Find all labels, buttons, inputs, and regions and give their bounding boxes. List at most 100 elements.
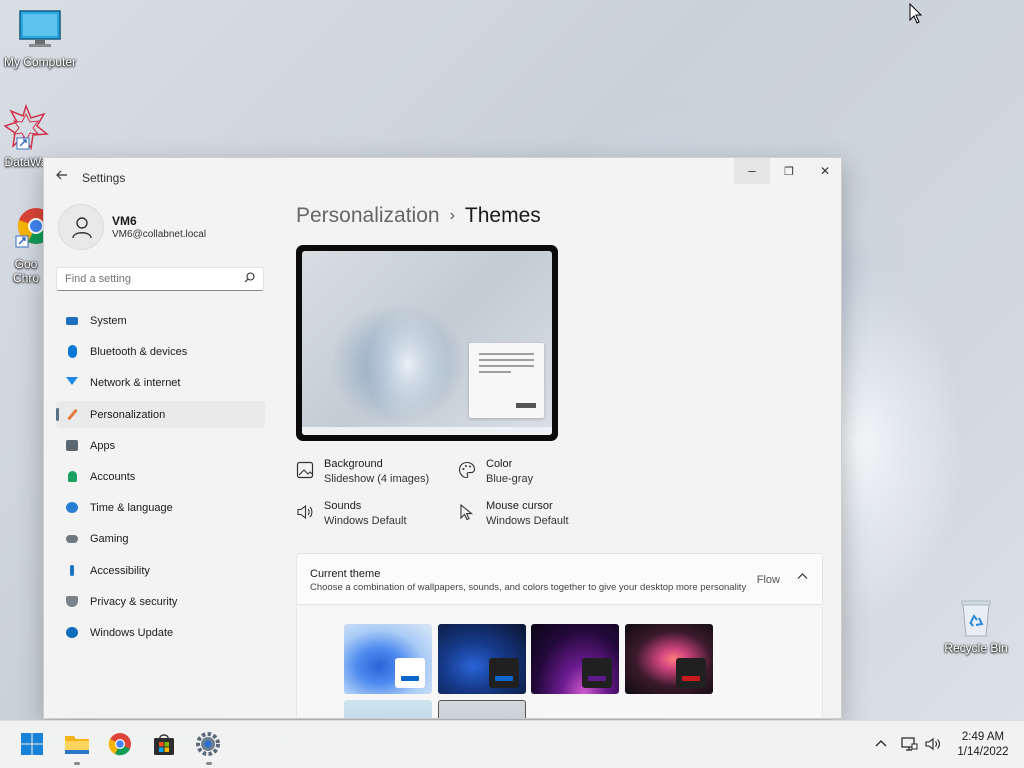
clock-time: 2:49 AM (961, 731, 1005, 743)
sidebar-item-privacy[interactable]: Privacy & security (56, 588, 265, 615)
chrome-icon (108, 733, 131, 756)
sidebar-item-label: System (90, 315, 127, 327)
color-setting[interactable]: Color Blue-gray (458, 458, 618, 490)
apps-icon (66, 439, 78, 451)
sidebar-item-accounts[interactable]: Accounts (56, 463, 265, 490)
sidebar-item-label: Time & language (90, 502, 173, 515)
person-icon (68, 470, 77, 482)
preview-line (479, 353, 534, 355)
sidebar-item-apps[interactable]: Apps (56, 432, 265, 459)
theme-gallery (296, 607, 823, 718)
user-email: VM6@collabnet.local (112, 229, 207, 240)
theme-tile-windows-light[interactable] (344, 624, 432, 694)
theme-tile-flow[interactable] (438, 700, 526, 718)
bluetooth-icon (68, 345, 77, 359)
shield-icon (66, 595, 78, 607)
desktop-icon-recycle-bin[interactable]: Recycle Bin (938, 598, 1014, 655)
sidebar-item-personalization[interactable]: Personalization (56, 400, 265, 428)
sidebar: VM6 VM6@collabnet.local System Bluetooth… (44, 196, 274, 718)
sounds-value: Windows Default (324, 515, 407, 527)
search-input[interactable] (65, 273, 235, 285)
recycle-bin-icon (961, 600, 991, 637)
theme-tile-windows-dark[interactable] (438, 624, 526, 694)
network-icon[interactable] (900, 736, 918, 752)
current-theme-header[interactable]: Current theme Choose a combination of wa… (296, 553, 823, 605)
wifi-icon (66, 377, 78, 386)
taskbar-clock[interactable]: 2:49 AM 1/14/2022 (950, 730, 1016, 760)
breadcrumb-parent[interactable]: Personalization (296, 204, 440, 227)
folder-icon (65, 736, 89, 754)
preview-taskbar (302, 427, 552, 435)
clock-date: 1/14/2022 (957, 746, 1009, 758)
sidebar-item-label: Gaming (90, 533, 129, 546)
chevron-up-icon[interactable] (873, 736, 889, 752)
sounds-setting[interactable]: Sounds Windows Default (296, 500, 456, 532)
desktop-icon-my-computer[interactable]: My Computer (0, 8, 80, 69)
sidebar-item-network[interactable]: Network & internet (56, 369, 265, 396)
close-button[interactable]: ✕ (807, 158, 841, 184)
theme-tile-sunrise[interactable] (344, 700, 432, 718)
palette-icon (458, 461, 476, 479)
title-bar[interactable]: Settings – ❐ ✕ (44, 158, 841, 196)
search-icon[interactable] (244, 272, 255, 286)
theme-accent (588, 676, 606, 681)
sidebar-item-accessibility[interactable]: Accessibility (56, 557, 265, 584)
page-title: Themes (464, 204, 541, 227)
volume-icon[interactable] (924, 736, 940, 752)
back-arrow-icon (56, 170, 67, 180)
mouse-pointer-icon (909, 3, 923, 24)
sidebar-item-system[interactable]: System (56, 307, 265, 334)
sidebar-item-label: Privacy & security (90, 595, 178, 608)
window-title: Settings (82, 171, 126, 185)
preview-button (516, 403, 536, 408)
microsoft-store-button[interactable] (151, 731, 179, 759)
search-box[interactable] (56, 267, 264, 291)
picture-icon (296, 461, 314, 479)
sidebar-item-windows-update[interactable]: Windows Update (56, 619, 265, 646)
store-icon (154, 734, 174, 755)
theme-tile-captured-motion[interactable] (625, 624, 713, 694)
background-label: Background (324, 458, 383, 470)
desktop-icon-label: My Computer (3, 55, 77, 69)
background-setting[interactable]: Background Slideshow (4 images) (296, 458, 456, 490)
back-button[interactable] (54, 168, 70, 184)
color-label: Color (486, 458, 513, 470)
preview-line (479, 365, 534, 367)
settings-window: Settings – ❐ ✕ VM6 VM6@collabnet.local F… (43, 157, 842, 719)
mouse-cursor-setting[interactable]: Mouse cursor Windows Default (458, 500, 618, 532)
sidebar-item-label: Accounts (90, 470, 136, 483)
settings-button[interactable] (195, 731, 223, 765)
maximize-button[interactable]: ❐ (771, 158, 807, 184)
sidebar-item-gaming[interactable]: Gaming (56, 525, 265, 552)
sidebar-item-label: Windows Update (90, 626, 174, 639)
current-theme-title: Current theme (310, 568, 381, 580)
desktop-icon-label: Goo Chro (12, 257, 39, 285)
theme-tile-glow[interactable] (531, 624, 619, 694)
sidebar-item-time-language[interactable]: Time & language (56, 494, 265, 521)
minimize-button[interactable]: – (734, 158, 770, 184)
theme-swatch (395, 658, 425, 688)
windows-logo-icon (21, 733, 43, 755)
theme-preview (296, 245, 558, 441)
sidebar-item-label: Bluetooth & devices (90, 346, 188, 359)
start-button[interactable] (19, 731, 47, 759)
sidebar-item-bluetooth[interactable]: Bluetooth & devices (56, 338, 265, 365)
current-theme-description: Choose a combination of wallpapers, soun… (310, 582, 747, 593)
nav-list: System Bluetooth & devices Network & int… (56, 307, 265, 650)
person-icon (72, 217, 92, 239)
preview-window (469, 343, 544, 418)
chevron-up-icon[interactable] (797, 571, 808, 583)
file-explorer-button[interactable] (63, 731, 91, 765)
desktop-icon-google-chrome[interactable]: Goo Chro (6, 204, 46, 285)
theme-swatch (489, 658, 519, 688)
theme-swatch (676, 658, 706, 688)
update-icon (66, 626, 78, 638)
controller-icon (66, 535, 78, 544)
theme-accent (682, 676, 700, 681)
avatar[interactable] (58, 204, 104, 250)
chrome-button[interactable] (107, 731, 135, 759)
sounds-label: Sounds (324, 500, 362, 512)
chevron-right-icon: › (449, 207, 455, 224)
background-value: Slideshow (4 images) (324, 473, 430, 485)
cursor-icon (460, 503, 474, 521)
